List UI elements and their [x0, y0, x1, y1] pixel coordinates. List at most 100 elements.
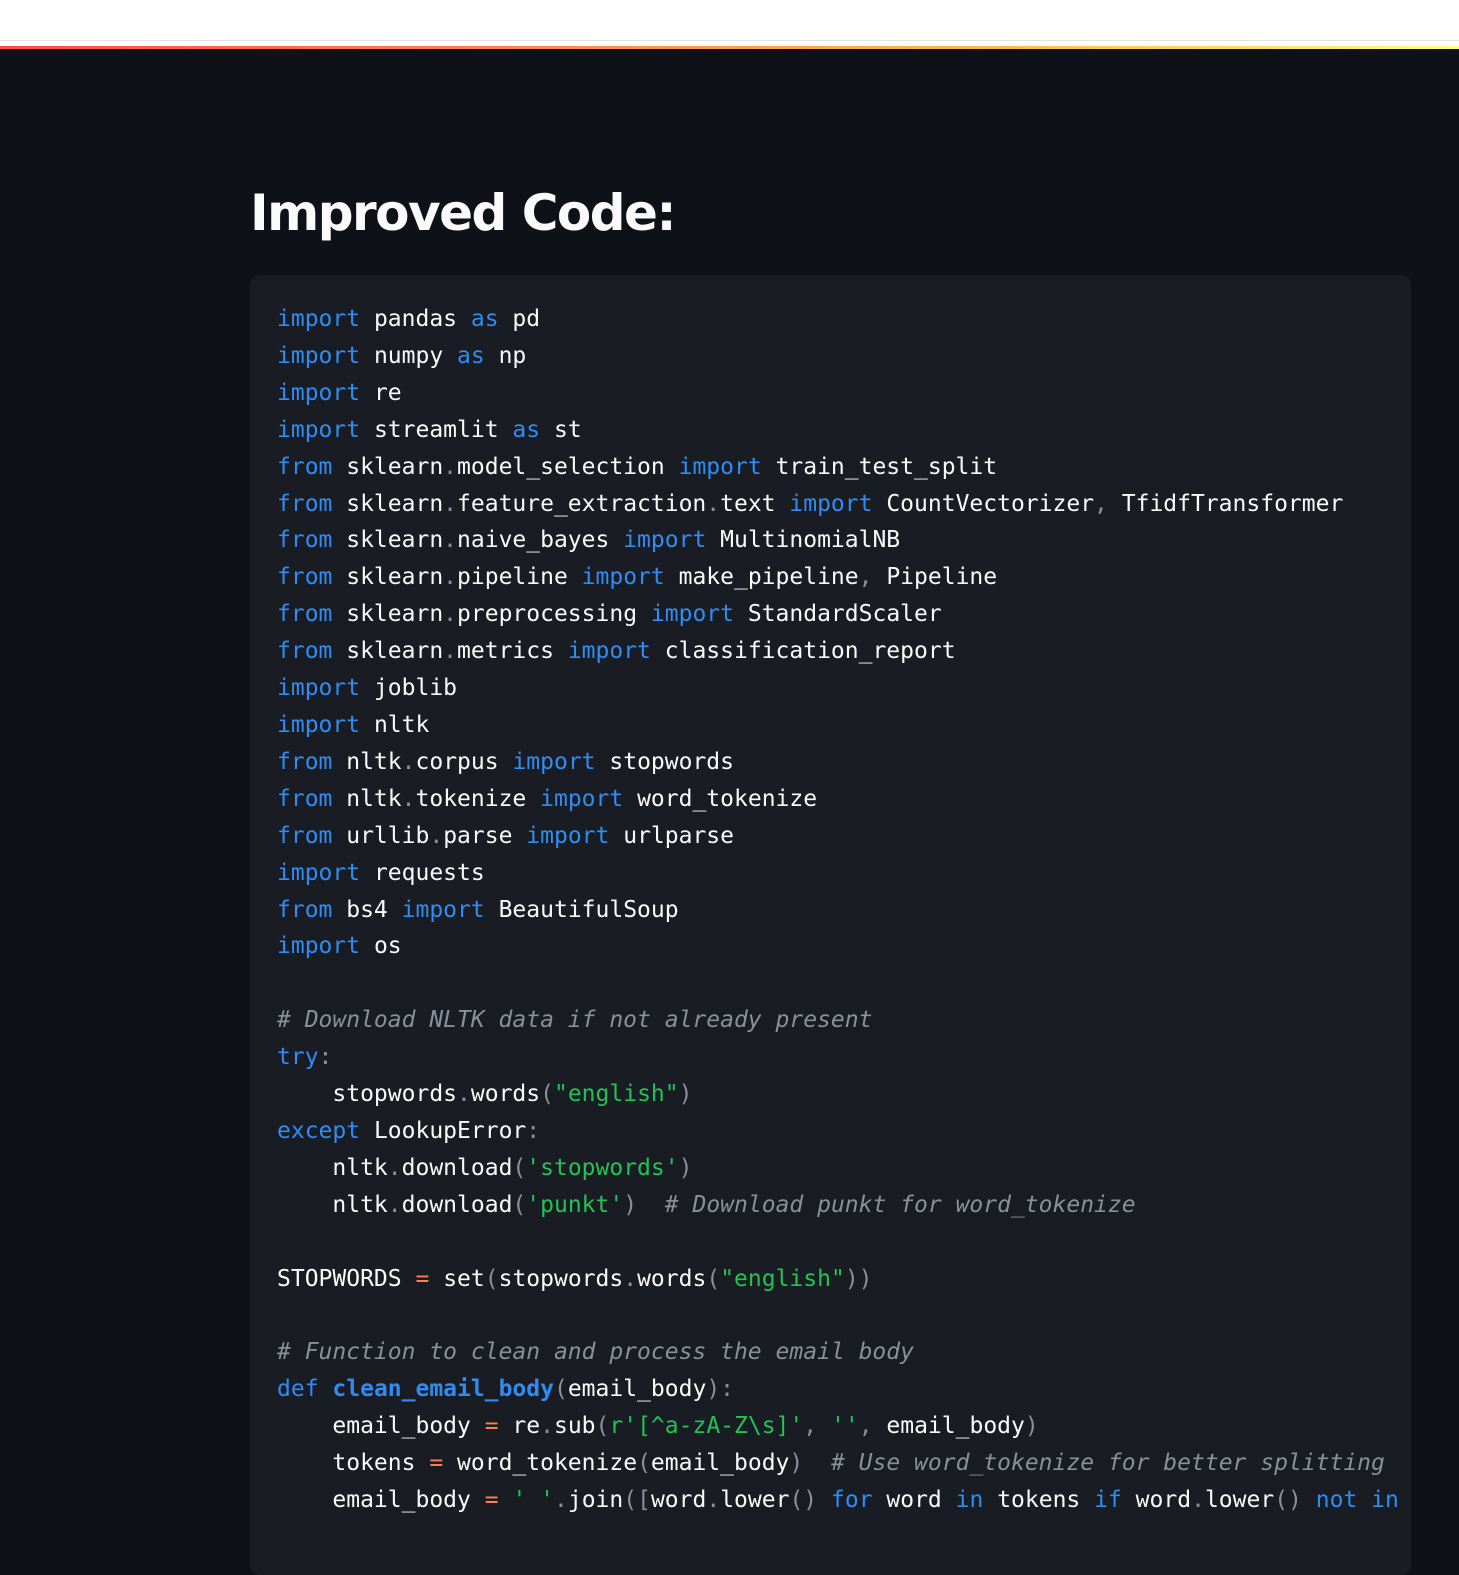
top-bar-divider	[0, 40, 1459, 41]
code-punctuation: .	[443, 453, 458, 480]
code-token: numpy	[360, 342, 458, 369]
code-punctuation: (	[540, 1081, 554, 1108]
code-punctuation: ))	[844, 1265, 873, 1292]
code-comment: # Use word_tokenize for better splitting	[830, 1450, 1385, 1477]
code-token: model_selection	[457, 453, 679, 480]
code-keyword: from	[277, 564, 333, 591]
code-punctuation: ()	[1274, 1487, 1302, 1513]
code-line: import requests	[277, 855, 1399, 892]
code-keyword: def	[277, 1376, 319, 1403]
code-token: pandas	[360, 306, 471, 332]
code-keyword: if	[1094, 1487, 1122, 1513]
code-punctuation: .	[540, 1413, 554, 1440]
code-punctuation: ,	[858, 564, 873, 591]
code-token: word_tokenize	[443, 1450, 638, 1477]
code-punctuation: (	[706, 1265, 721, 1292]
code-token: streamlit	[360, 416, 513, 443]
code-line: # Function to clean and process the emai…	[277, 1334, 1399, 1371]
code-keyword: import	[581, 564, 665, 591]
code-token: sklearn	[332, 601, 444, 628]
code-token: CountVectorizer	[872, 490, 1095, 517]
code-punctuation: .	[706, 490, 721, 517]
code-line: import streamlit as st	[277, 412, 1399, 449]
code-line: def clean_email_body(email_body):	[277, 1371, 1399, 1408]
code-line: from nltk.corpus import stopwords	[277, 744, 1399, 781]
code-operator: =	[415, 1265, 430, 1292]
code-line: import numpy as np	[277, 338, 1399, 375]
code-punctuation: )	[789, 1450, 804, 1477]
code-punctuation: (	[512, 1191, 527, 1218]
code-keyword: except	[277, 1117, 361, 1144]
code-line: from nltk.tokenize import word_tokenize	[277, 781, 1399, 818]
code-punctuation: .	[429, 822, 444, 849]
code-keyword: import	[650, 601, 734, 628]
code-line: tokens = word_tokenize(email_body) # Use…	[277, 1445, 1399, 1482]
code-token: StandardScaler	[734, 601, 942, 628]
code-block[interactable]: import pandas as pd import numpy as np imp…	[250, 275, 1411, 1575]
code-line: try:	[277, 1039, 1399, 1076]
code-token: LookupError	[360, 1117, 527, 1144]
code-line: email_body = re.sub(r'[^a-zA-Z\s]', '', …	[277, 1408, 1399, 1445]
code-punctuation: )	[678, 1081, 693, 1108]
code-keyword: import	[540, 785, 624, 812]
code-token: email_body	[567, 1376, 707, 1403]
code-punctuation: (	[512, 1154, 527, 1181]
code-token: stopwords	[277, 1081, 458, 1108]
code-line: import pandas as pd	[277, 301, 1399, 338]
code-token: nltk	[277, 1191, 388, 1218]
code-token: naive_bayes	[457, 527, 624, 554]
code-keyword: import	[277, 859, 361, 886]
code-keyword: from	[277, 527, 333, 554]
code-keyword: import	[277, 933, 361, 960]
code-punctuation: .	[706, 1487, 721, 1513]
code-line: from sklearn.feature_extraction.text imp…	[277, 486, 1399, 523]
code-token: MultinomialNB	[706, 527, 901, 554]
code-punctuation: .	[1191, 1487, 1205, 1513]
code-punctuation: .	[443, 601, 458, 628]
code-punctuation: .	[443, 527, 458, 554]
code-keyword: from	[277, 748, 333, 775]
code-keyword: import	[512, 748, 596, 775]
code-token: parse	[443, 822, 527, 849]
code-keyword: import	[567, 638, 651, 665]
code-token: feature_extraction	[457, 490, 707, 517]
code-punctuation: .	[623, 1265, 638, 1292]
code-punctuation: (	[484, 1265, 499, 1292]
code-token: Pipeline	[872, 564, 998, 591]
code-punctuation: .	[401, 785, 416, 812]
code-token: lower	[1204, 1487, 1275, 1513]
code-punctuation: )	[678, 1154, 693, 1181]
code-keyword: import	[678, 453, 762, 480]
code-string: 'punkt'	[526, 1191, 624, 1218]
code-operator: =	[484, 1413, 499, 1440]
code-line: import joblib	[277, 670, 1399, 707]
code-token: np	[484, 342, 527, 369]
code-token: bs4	[332, 896, 402, 923]
code-token: sklearn	[332, 564, 444, 591]
code-punctuation: .	[387, 1191, 402, 1218]
code-keyword: try	[277, 1044, 319, 1071]
code-line: from sklearn.model_selection import trai…	[277, 449, 1399, 486]
code-punctuation: .	[553, 1487, 568, 1513]
code-token: re	[360, 379, 402, 406]
code-line: from sklearn.pipeline import make_pipeli…	[277, 559, 1399, 596]
code-token: sklearn	[332, 453, 444, 480]
code-token: STOPWORDS	[277, 1265, 416, 1292]
code-token: email_body	[650, 1450, 790, 1477]
code-token: joblib	[360, 675, 458, 702]
code-punctuation: .	[443, 638, 458, 665]
code-line: import os	[277, 928, 1399, 965]
code-punctuation: .	[443, 564, 458, 591]
code-keyword: from	[277, 453, 333, 480]
page-title: Improved Code:	[250, 184, 676, 242]
code-punctuation: ()	[789, 1487, 818, 1513]
code-punctuation: ,	[803, 1413, 818, 1440]
code-string: "english"	[720, 1265, 845, 1292]
code-line: from bs4 import BeautifulSoup	[277, 892, 1399, 929]
